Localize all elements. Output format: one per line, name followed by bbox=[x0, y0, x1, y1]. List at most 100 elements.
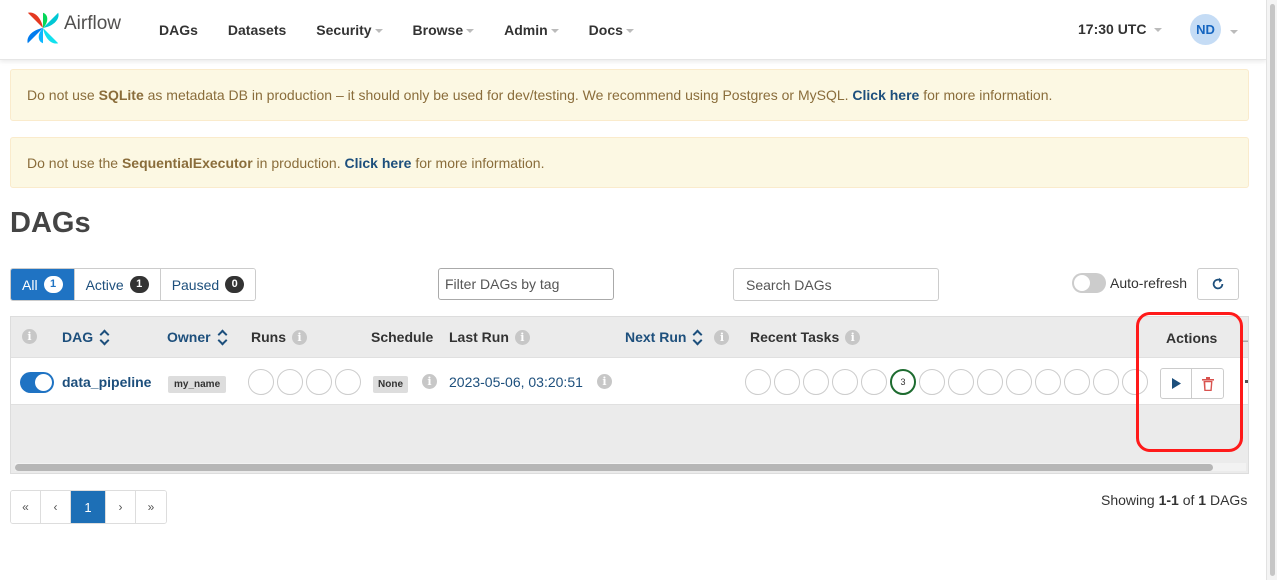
filter-paused-count-badge: 0 bbox=[225, 276, 245, 293]
header-recent-tasks-label: Recent Tasks bbox=[750, 329, 840, 345]
nav-browse[interactable]: Browse bbox=[413, 22, 475, 38]
dag-pause-toggle[interactable] bbox=[20, 372, 54, 393]
dag-id-link[interactable]: data_pipeline bbox=[62, 374, 151, 390]
info-icon[interactable]: i bbox=[845, 329, 861, 345]
header-last-run: Last Run i bbox=[449, 329, 530, 345]
header-recent-tasks: Recent Tasks i bbox=[750, 329, 861, 345]
run-state-circle[interactable] bbox=[335, 369, 361, 395]
vertical-scrollbar[interactable] bbox=[1266, 0, 1277, 580]
current-time: 17:30 UTC bbox=[1078, 21, 1147, 37]
showing-text: DAGs bbox=[1206, 492, 1248, 508]
caret-down-icon bbox=[625, 29, 634, 33]
refresh-button[interactable] bbox=[1197, 268, 1239, 300]
nav-dags[interactable]: DAGs bbox=[159, 22, 198, 38]
run-state-circle[interactable] bbox=[306, 369, 332, 395]
more-links-icon[interactable] bbox=[1245, 380, 1248, 383]
page-last-button[interactable]: » bbox=[136, 491, 166, 523]
header-info: i bbox=[22, 329, 37, 344]
status-filter-group: All 1 Active 1 Paused 0 bbox=[10, 268, 257, 301]
filter-active-count-badge: 1 bbox=[129, 276, 149, 293]
nav-docs-label: Docs bbox=[588, 22, 623, 38]
header-schedule: Schedule bbox=[371, 329, 433, 345]
info-icon[interactable]: i bbox=[514, 329, 530, 345]
nav-docs[interactable]: Docs bbox=[589, 22, 634, 38]
task-state-circle[interactable] bbox=[861, 369, 887, 395]
header-owner[interactable]: Owner bbox=[167, 329, 227, 345]
nav-browse-label: Browse bbox=[412, 22, 464, 38]
task-state-circle[interactable] bbox=[977, 369, 1003, 395]
page-title: DAGs bbox=[10, 207, 91, 239]
filter-all-button[interactable]: All 1 bbox=[11, 269, 75, 300]
alert-click-here-link[interactable]: Click here bbox=[345, 155, 412, 171]
task-state-circle[interactable] bbox=[774, 369, 800, 395]
brand[interactable]: Airflow bbox=[24, 9, 121, 47]
alert-text: as metadata DB in production – it should… bbox=[143, 87, 853, 103]
owner-label[interactable]: my_name bbox=[168, 376, 227, 393]
task-state-circle[interactable] bbox=[1093, 369, 1119, 395]
search-dags-input[interactable] bbox=[733, 268, 939, 301]
page-next-button[interactable]: › bbox=[106, 491, 136, 523]
header-last-run-label: Last Run bbox=[449, 329, 509, 345]
alert-text: Do not use bbox=[27, 87, 95, 103]
task-state-circle[interactable] bbox=[1006, 369, 1032, 395]
user-avatar[interactable]: ND bbox=[1190, 14, 1221, 45]
nav-admin-label: Admin bbox=[504, 22, 548, 38]
task-state-circle[interactable] bbox=[803, 369, 829, 395]
showing-total: 1 bbox=[1198, 492, 1207, 508]
header-next-run-label: Next Run bbox=[625, 329, 687, 345]
alert-click-here-link[interactable]: Click here bbox=[852, 87, 919, 103]
page-first-button[interactable]: « bbox=[11, 491, 41, 523]
last-run-link[interactable]: 2023-05-06, 03:20:51 bbox=[449, 374, 583, 390]
nav-admin[interactable]: Admin bbox=[504, 22, 559, 38]
sort-icon[interactable] bbox=[694, 330, 702, 344]
task-state-circle[interactable] bbox=[832, 369, 858, 395]
info-icon[interactable]: i bbox=[292, 329, 307, 345]
header-next-run[interactable]: Next Run i bbox=[625, 329, 730, 345]
timezone-dropdown[interactable]: 17:30 UTC bbox=[1078, 21, 1163, 37]
top-navbar: Airflow DAGs Datasets Security Browse Ad… bbox=[0, 0, 1266, 60]
info-icon[interactable]: i bbox=[597, 374, 612, 389]
header-dag[interactable]: DAG bbox=[62, 329, 109, 345]
info-icon[interactable]: i bbox=[714, 329, 730, 345]
user-menu-caret-icon[interactable] bbox=[1230, 30, 1238, 34]
auto-refresh-label: Auto-refresh bbox=[1110, 275, 1188, 291]
nav-security[interactable]: Security bbox=[316, 22, 383, 38]
auto-refresh-switch[interactable]: Auto-refresh bbox=[1072, 273, 1187, 293]
filter-paused-label: Paused bbox=[171, 276, 220, 293]
task-state-circle[interactable] bbox=[1035, 369, 1061, 395]
header-runs: Runs i bbox=[251, 329, 307, 345]
sort-icon[interactable] bbox=[101, 330, 109, 344]
task-state-circle-success[interactable]: 3 bbox=[890, 369, 916, 395]
filter-active-button[interactable]: Active 1 bbox=[74, 269, 161, 300]
run-state-circle[interactable] bbox=[248, 369, 274, 395]
task-state-circle[interactable] bbox=[919, 369, 945, 395]
filter-all-label: All bbox=[22, 276, 38, 293]
caret-down-icon bbox=[374, 29, 383, 33]
page-current-button[interactable]: 1 bbox=[71, 491, 106, 523]
table-header: i DAG Owner Runs i Schedule Last Run i Nex… bbox=[11, 317, 1248, 357]
header-owner-label: Owner bbox=[167, 329, 211, 345]
schedule-label: None bbox=[373, 376, 408, 393]
vertical-scrollbar-thumb[interactable] bbox=[1270, 4, 1275, 576]
filter-tags-input[interactable] bbox=[438, 268, 614, 300]
horizontal-scrollbar-thumb[interactable] bbox=[15, 464, 1213, 471]
info-icon[interactable]: i bbox=[22, 329, 37, 344]
task-state-circle[interactable] bbox=[1064, 369, 1090, 395]
nav-datasets[interactable]: Datasets bbox=[228, 22, 286, 38]
sqlite-warning-alert: Do not use SQLite as metadata DB in prod… bbox=[10, 69, 1249, 121]
task-state-circle[interactable] bbox=[745, 369, 771, 395]
info-icon[interactable]: i bbox=[422, 374, 437, 389]
task-state-circle[interactable] bbox=[948, 369, 974, 395]
pagination: « ‹ 1 › » bbox=[10, 490, 167, 524]
header-runs-label: Runs bbox=[251, 329, 286, 345]
header-dag-label: DAG bbox=[62, 329, 94, 345]
alert-text: Do not use the bbox=[27, 154, 122, 171]
refresh-icon bbox=[1212, 277, 1224, 290]
filter-paused-button[interactable]: Paused 0 bbox=[160, 269, 256, 300]
page-prev-button[interactable]: ‹ bbox=[41, 491, 71, 523]
auto-refresh-toggle[interactable] bbox=[1072, 273, 1106, 293]
sort-icon[interactable] bbox=[219, 330, 227, 344]
run-state-circle[interactable] bbox=[277, 369, 303, 395]
horizontal-scrollbar[interactable] bbox=[15, 463, 1246, 471]
alert-text: in production. bbox=[252, 154, 345, 171]
